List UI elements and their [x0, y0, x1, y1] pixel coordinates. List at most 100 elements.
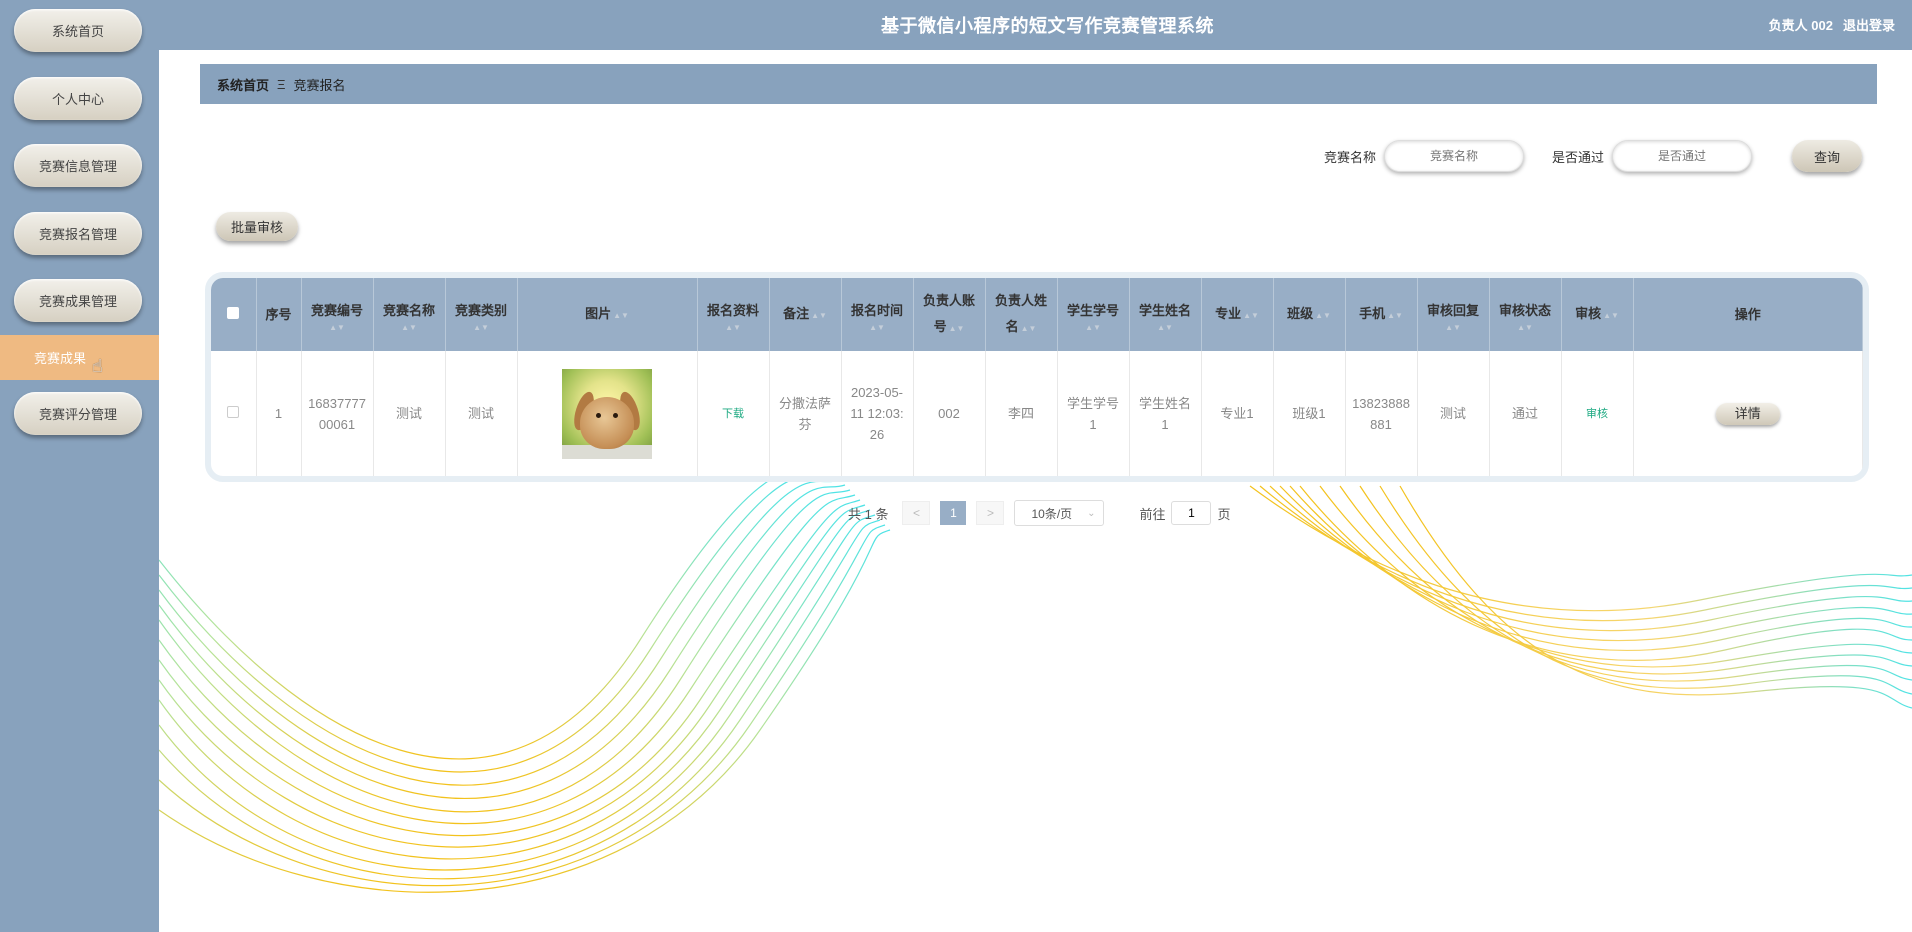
- sidebar-item-registration[interactable]: 竞赛报名管理: [14, 212, 142, 255]
- sort-icon[interactable]: ▲▼: [1422, 323, 1485, 332]
- data-table: 序号 竞赛编号 ▲▼ 竞赛名称 ▲▼ 竞赛类别 ▲▼ 图片 ▲▼ 报名资料 ▲▼ 备注 ▲▼…: [205, 272, 1869, 482]
- sidebar-item-label: 竞赛成果: [34, 351, 87, 366]
- sort-icon[interactable]: ▲▼: [1134, 323, 1197, 332]
- sort-icon[interactable]: ▲▼: [306, 323, 369, 332]
- col-owner-account[interactable]: 负责人账号 ▲▼: [913, 278, 986, 351]
- sidebar-item-competition-info[interactable]: 竞赛信息管理: [14, 144, 142, 187]
- sort-icon[interactable]: ▲▼: [1315, 311, 1331, 320]
- col-image[interactable]: 图片 ▲▼: [517, 278, 698, 351]
- col-remark-label: 备注: [783, 305, 810, 321]
- table-header-row: 序号 竞赛编号 ▲▼ 竞赛名称 ▲▼ 竞赛类别 ▲▼ 图片 ▲▼ 报名资料 ▲▼ 备注 ▲▼…: [211, 278, 1863, 351]
- col-student-no-label: 学生学号: [1066, 302, 1119, 318]
- competition-name-label: 竞赛名称: [1323, 149, 1376, 165]
- sort-icon[interactable]: ▲▼: [1387, 311, 1403, 320]
- sort-icon[interactable]: ▲▼: [811, 311, 827, 320]
- col-comp-no-label: 竞赛编号: [310, 302, 363, 318]
- sort-icon[interactable]: ▲▼: [1062, 323, 1125, 332]
- total-count: 共 1 条: [848, 506, 889, 522]
- cell-owner-account: 002: [913, 351, 986, 476]
- page-size-select[interactable]: 10条/页 ⌄: [1014, 500, 1105, 526]
- detail-button[interactable]: 详情: [1715, 402, 1780, 425]
- pagination: 共 1 条 < 1 > 10条/页 ⌄ 前往 页: [848, 500, 1231, 526]
- col-review[interactable]: 审核 ▲▼: [1561, 278, 1634, 351]
- row-checkbox[interactable]: [227, 406, 240, 418]
- breadcrumb-home[interactable]: 系统首页: [217, 75, 269, 94]
- select-all-checkbox[interactable]: [227, 306, 240, 319]
- cell-major: 专业1: [1201, 351, 1274, 476]
- review-link[interactable]: 审核: [1586, 408, 1608, 420]
- col-phone[interactable]: 手机 ▲▼: [1345, 278, 1418, 351]
- chevron-down-icon: ⌄: [1087, 507, 1096, 519]
- col-comp-type-label: 竞赛类别: [454, 302, 507, 318]
- col-owner-name[interactable]: 负责人姓名 ▲▼: [985, 278, 1058, 351]
- sort-icon[interactable]: ▲▼: [846, 323, 909, 332]
- cell-remark: 分撒法萨芬: [769, 351, 842, 476]
- pass-status-input[interactable]: [1612, 140, 1752, 172]
- sort-icon[interactable]: ▲▼: [450, 323, 513, 332]
- col-image-label: 图片: [585, 305, 612, 321]
- sidebar-item-label: 竞赛成果管理: [38, 294, 117, 309]
- col-material[interactable]: 报名资料 ▲▼: [697, 278, 770, 351]
- sidebar-item-home[interactable]: 系统首页: [14, 9, 142, 52]
- cell-index: 1: [256, 351, 302, 476]
- col-phone-label: 手机: [1359, 305, 1386, 321]
- col-major[interactable]: 专业 ▲▼: [1201, 278, 1274, 351]
- current-page-button[interactable]: 1: [940, 501, 967, 525]
- col-student-no[interactable]: 学生学号 ▲▼: [1057, 278, 1130, 351]
- app-title: 基于微信小程序的短文写作竞赛管理系统: [881, 16, 1214, 36]
- col-actions: 操作: [1633, 278, 1863, 351]
- sidebar-item-scoring[interactable]: 竞赛评分管理: [14, 392, 142, 435]
- col-review-status[interactable]: 审核状态 ▲▼: [1489, 278, 1562, 351]
- goto-label: 前往: [1139, 506, 1166, 522]
- sidebar-item-profile[interactable]: 个人中心: [14, 77, 142, 120]
- sort-icon[interactable]: ▲▼: [1243, 311, 1259, 320]
- col-reg-time[interactable]: 报名时间 ▲▼: [841, 278, 914, 351]
- next-page-button[interactable]: >: [976, 501, 1005, 525]
- cell-material: 下载: [697, 351, 770, 476]
- cell-student-no: 学生学号1: [1057, 351, 1130, 476]
- cell-review-reply: 测试: [1417, 351, 1490, 476]
- col-student-name-label: 学生姓名: [1138, 302, 1191, 318]
- current-user: 负责人 002: [1768, 18, 1833, 33]
- competition-name-input[interactable]: [1383, 140, 1524, 172]
- select-all-header[interactable]: [211, 278, 257, 351]
- col-comp-name[interactable]: 竞赛名称 ▲▼: [373, 278, 446, 351]
- download-link[interactable]: 下载: [722, 408, 744, 420]
- col-comp-type[interactable]: 竞赛类别 ▲▼: [445, 278, 518, 351]
- breadcrumb-current: 竞赛报名: [293, 77, 346, 93]
- sort-icon[interactable]: ▲▼: [613, 311, 629, 320]
- sort-icon[interactable]: ▲▼: [378, 323, 441, 332]
- row-select-cell[interactable]: [211, 351, 257, 476]
- col-remark[interactable]: 备注 ▲▼: [769, 278, 842, 351]
- col-comp-no[interactable]: 竞赛编号 ▲▼: [301, 278, 374, 351]
- page-size-value: 10条/页: [1031, 506, 1073, 521]
- logout-link[interactable]: 退出登录: [1843, 15, 1895, 34]
- col-review-reply-label: 审核回复: [1426, 302, 1479, 318]
- cell-class: 班级1: [1273, 351, 1346, 476]
- prev-page-button[interactable]: <: [902, 501, 931, 525]
- rabbit-photo[interactable]: [562, 368, 652, 459]
- hand-cursor-icon: ☝: [92, 356, 103, 376]
- sort-icon[interactable]: ▲▼: [1603, 311, 1619, 320]
- sort-icon[interactable]: ▲▼: [702, 323, 765, 332]
- col-material-label: 报名资料: [706, 302, 759, 318]
- sort-icon[interactable]: ▲▼: [1021, 324, 1037, 333]
- query-button[interactable]: 查询: [1792, 140, 1862, 172]
- col-class[interactable]: 班级 ▲▼: [1273, 278, 1346, 351]
- sort-icon[interactable]: ▲▼: [1494, 323, 1557, 332]
- cell-image[interactable]: [517, 351, 698, 476]
- cell-comp-name: 测试: [373, 351, 446, 476]
- sort-icon[interactable]: ▲▼: [949, 324, 965, 333]
- sidebar-item-results[interactable]: 竞赛成果: [0, 335, 159, 380]
- sidebar: 系统首页 个人中心 竞赛信息管理 竞赛报名管理 竞赛成果管理 竞赛成果 ☝ 竞赛…: [0, 0, 159, 932]
- search-bar: 竞赛名称 是否通过 查询: [1324, 140, 1862, 172]
- top-header: 基于微信小程序的短文写作竞赛管理系统 负责人 002 退出登录: [159, 0, 1912, 50]
- cell-comp-type: 测试: [445, 351, 518, 476]
- goto-page-input[interactable]: [1171, 501, 1212, 525]
- col-student-name[interactable]: 学生姓名 ▲▼: [1129, 278, 1202, 351]
- batch-review-button[interactable]: 批量审核: [216, 212, 298, 241]
- cell-student-name: 学生姓名1: [1129, 351, 1202, 476]
- col-review-reply[interactable]: 审核回复 ▲▼: [1417, 278, 1490, 351]
- col-review-label: 审核: [1575, 305, 1602, 321]
- sidebar-item-results-management[interactable]: 竞赛成果管理: [14, 279, 142, 322]
